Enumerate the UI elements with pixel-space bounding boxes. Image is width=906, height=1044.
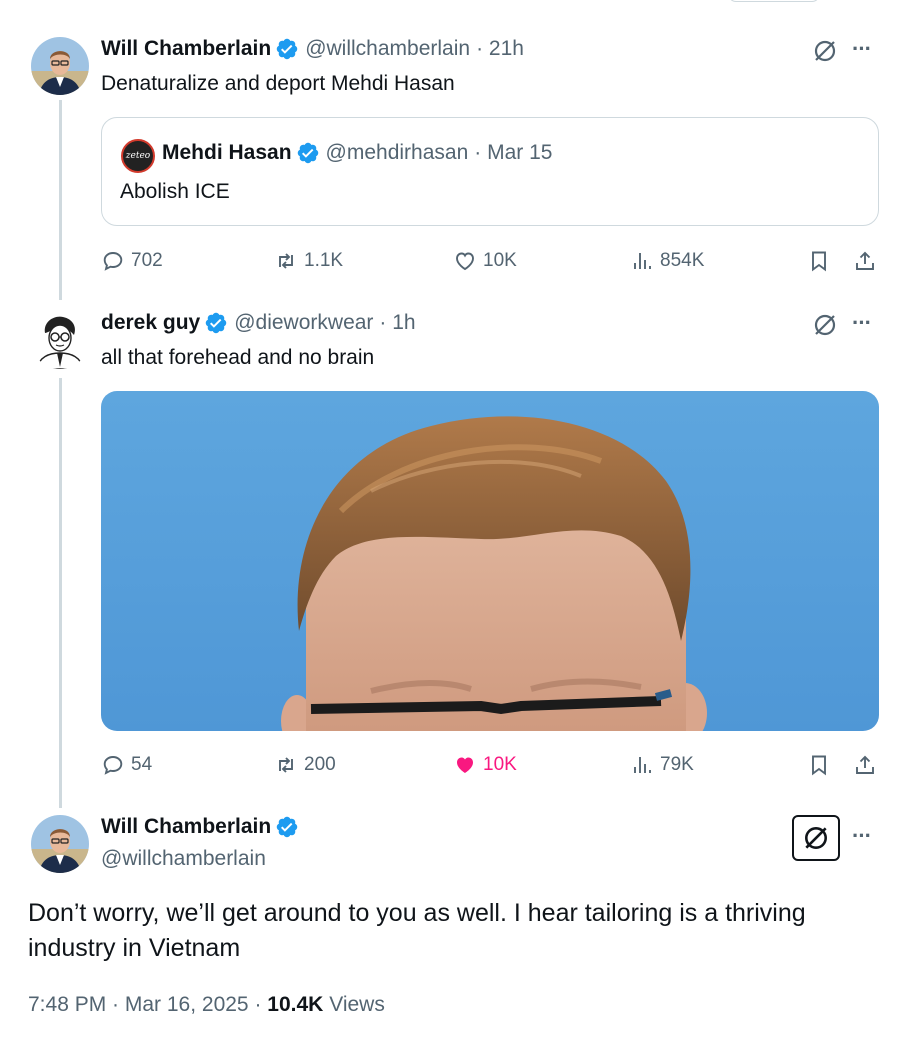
- quote-avatar: zeteo: [121, 139, 155, 173]
- tweet-meta: 7:48 PM · Mar 16, 2025 · 10.4K Views: [28, 993, 385, 1017]
- views-count: 79K: [660, 754, 694, 775]
- like-button[interactable]: 10K: [453, 750, 517, 780]
- avatar[interactable]: [31, 311, 89, 369]
- share-button[interactable]: [853, 246, 883, 276]
- avatar[interactable]: [31, 815, 89, 873]
- verified-icon: [276, 38, 298, 60]
- top-pill: [728, 0, 820, 2]
- tweet-time[interactable]: · 1h: [379, 311, 415, 335]
- quote-text: Abolish ICE: [120, 180, 230, 203]
- reply-count: 702: [131, 250, 163, 271]
- tweet-image[interactable]: [101, 391, 879, 731]
- author-handle[interactable]: @dieworkwear: [234, 311, 373, 335]
- main-tweet-text: Don’t worry, we’ll get around to you as …: [28, 899, 806, 962]
- reply-button[interactable]: 702: [101, 246, 163, 276]
- reply-count: 54: [131, 754, 153, 775]
- quoted-tweet[interactable]: zeteo Mehdi Hasan @mehdirhasan · Mar 15 …: [101, 117, 879, 226]
- like-count: 10K: [483, 250, 517, 271]
- reply-button[interactable]: 54: [101, 750, 152, 780]
- quote-author-handle: @mehdirhasan: [325, 141, 469, 164]
- like-count: 10K: [483, 754, 517, 775]
- verified-icon: [205, 312, 227, 334]
- author-name[interactable]: Will Chamberlain: [101, 37, 271, 61]
- more-icon[interactable]: ···: [852, 312, 872, 334]
- reply-icon: [103, 756, 123, 775]
- avatar[interactable]: [31, 37, 89, 95]
- more-icon[interactable]: ···: [852, 825, 872, 847]
- tweet-time[interactable]: · 21h: [476, 37, 524, 61]
- tweet-text: all that forehead and no brain: [101, 346, 375, 369]
- tweet-timestamp[interactable]: 7:48 PM · Mar 16, 2025 ·: [28, 993, 261, 1016]
- more-icon[interactable]: ···: [852, 38, 872, 60]
- verified-icon: [297, 142, 318, 164]
- like-button[interactable]: 10K: [453, 246, 517, 276]
- like-icon: [456, 252, 474, 271]
- action-bar: 702 1.1K 10K 854K: [101, 246, 879, 276]
- tweet-text: Denaturalize and deport Mehdi Hasan: [101, 72, 455, 95]
- bookmark-icon: [812, 755, 826, 776]
- repost-button[interactable]: 200: [274, 750, 336, 780]
- views-count: 854K: [660, 250, 705, 271]
- author-handle[interactable]: @willchamberlain: [101, 847, 266, 871]
- quote-avatar-text: zeteo: [125, 151, 151, 161]
- repost-count: 1.1K: [304, 250, 344, 271]
- views-icon: [634, 253, 651, 269]
- views-icon: [634, 757, 651, 773]
- share-icon: [856, 755, 874, 774]
- views-button[interactable]: 854K: [630, 246, 704, 276]
- action-bar: 54 200 10K 79K: [101, 750, 879, 780]
- thread-line: [59, 100, 62, 300]
- repost-icon: [279, 253, 293, 269]
- grok-icon[interactable]: [810, 310, 840, 340]
- quote-time: · Mar 15: [474, 141, 553, 164]
- views-count: 10.4K: [267, 993, 324, 1016]
- bookmark-icon: [812, 251, 826, 272]
- share-button[interactable]: [853, 750, 883, 780]
- bookmark-button[interactable]: [807, 750, 837, 780]
- repost-icon: [279, 757, 293, 773]
- quote-author-name: Mehdi Hasan: [162, 141, 292, 164]
- share-icon: [856, 251, 874, 270]
- author-name[interactable]: derek guy: [101, 311, 200, 335]
- thread-line: [59, 378, 62, 808]
- verified-icon: [276, 816, 298, 838]
- author-name[interactable]: Will Chamberlain: [101, 815, 271, 839]
- author-handle[interactable]: @willchamberlain: [305, 37, 470, 61]
- views-label: Views: [329, 993, 385, 1016]
- bookmark-button[interactable]: [807, 246, 837, 276]
- repost-count: 200: [304, 754, 336, 775]
- like-icon: [457, 757, 473, 773]
- reply-icon: [103, 252, 123, 271]
- grok-icon[interactable]: [792, 815, 840, 861]
- views-button[interactable]: 79K: [630, 750, 694, 780]
- grok-icon[interactable]: [810, 36, 840, 66]
- repost-button[interactable]: 1.1K: [274, 246, 343, 276]
